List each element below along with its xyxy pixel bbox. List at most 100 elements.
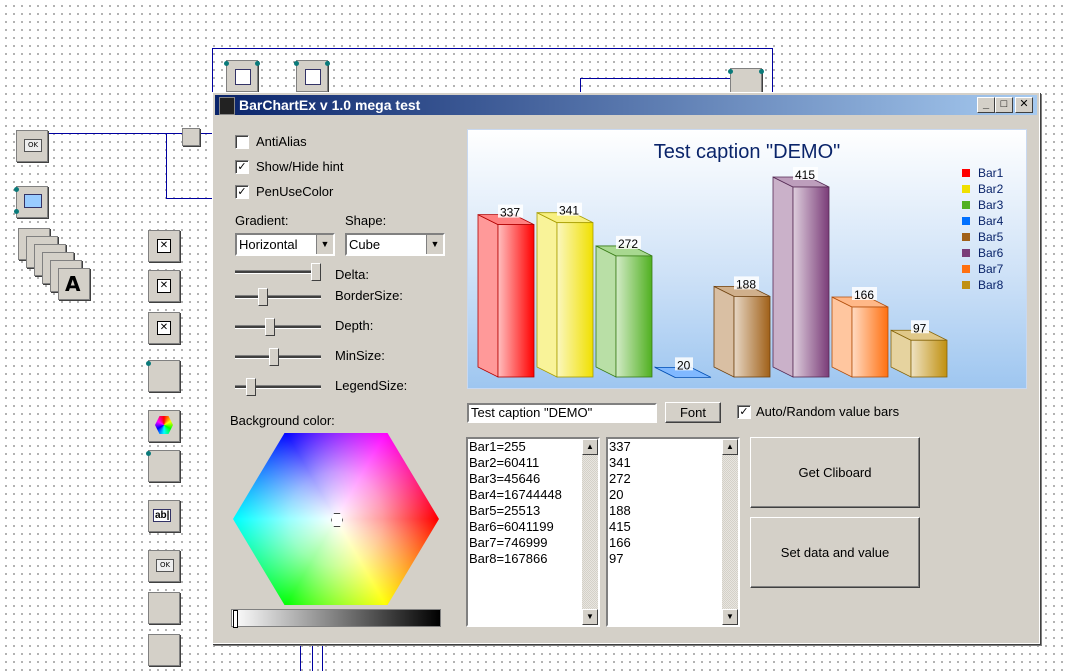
trackbar-component-icon[interactable] xyxy=(148,634,180,666)
legend-label: Bar6 xyxy=(978,246,1004,260)
names-memo[interactable]: Bar1=255 Bar2=60411 Bar3=45646 Bar4=1674444… xyxy=(466,437,600,627)
bar-chart: Test caption "DEMO" 337 341 272 20 188 415 166… xyxy=(467,129,1027,389)
memo-component-icon[interactable] xyxy=(224,60,260,92)
legend-label: Bar3 xyxy=(978,198,1004,212)
bar-8 xyxy=(890,329,948,378)
checkbox-component-icon[interactable]: ✕ xyxy=(148,270,180,302)
chevron-down-icon[interactable]: ▼ xyxy=(426,235,443,254)
wire xyxy=(212,48,772,49)
combobox-component-icon[interactable] xyxy=(146,360,180,392)
antialias-checkbox[interactable] xyxy=(235,135,249,149)
trackbar-component-icon[interactable] xyxy=(148,592,180,624)
ok-button-component-icon[interactable]: OK xyxy=(16,130,48,162)
legend-label: Bar5 xyxy=(978,230,1004,244)
vertical-scrollbar[interactable]: ▲ ▼ xyxy=(582,439,598,625)
bar-value-label: 341 xyxy=(559,204,579,218)
shape-select[interactable]: Cube ▼ xyxy=(345,233,445,256)
wire xyxy=(166,198,212,199)
pen-use-color-checkbox[interactable]: ✓ xyxy=(235,185,249,199)
gradient-select-value: Horizontal xyxy=(239,237,298,252)
grayscale-marker[interactable] xyxy=(233,610,238,628)
chevron-down-icon[interactable]: ▼ xyxy=(316,235,333,254)
shape-select-value: Cube xyxy=(349,237,381,252)
legend-label: Bar8 xyxy=(978,278,1004,292)
scroll-down-icon[interactable]: ▼ xyxy=(582,609,598,625)
names-memo-line: Bar4=16744448 xyxy=(469,487,562,502)
bar-value-label: 272 xyxy=(618,237,638,251)
gradient-label: Gradient: xyxy=(235,213,289,228)
bar-value-label: 20 xyxy=(677,358,691,372)
names-memo-line: Bar3=45646 xyxy=(469,471,541,486)
values-memo[interactable]: 337 341 272 20 188 415 166 97 ▲ ▼ xyxy=(606,437,740,627)
names-memo-line: Bar7=746999 xyxy=(469,535,548,550)
bar-2 xyxy=(536,212,594,378)
legend-label: Bar2 xyxy=(978,182,1004,196)
min-size-slider[interactable] xyxy=(235,346,321,368)
slider-thumb[interactable] xyxy=(246,378,256,396)
title-bar[interactable]: BarChartEx v 1.0 mega test _ □ ✕ xyxy=(215,95,1037,115)
depth-slider[interactable] xyxy=(235,316,321,338)
vertical-scrollbar[interactable]: ▲ ▼ xyxy=(722,439,738,625)
legend-label: Bar1 xyxy=(978,166,1004,180)
values-memo-lines: 337 341 272 20 188 415 166 97 xyxy=(608,439,738,567)
slider-thumb[interactable] xyxy=(258,288,268,306)
checkbox-component-icon[interactable]: ✕ xyxy=(148,312,180,344)
memo-component-icon[interactable] xyxy=(294,60,330,92)
close-button[interactable]: ✕ xyxy=(1015,97,1033,113)
values-memo-line: 20 xyxy=(609,487,624,502)
legend-size-slider[interactable] xyxy=(235,376,321,398)
wire xyxy=(580,78,740,79)
barchartex-window: BarChartEx v 1.0 mega test _ □ ✕ AntiAli… xyxy=(212,92,1040,644)
edit-component-icon[interactable]: ab| xyxy=(148,500,180,532)
auto-random-checkbox[interactable]: ✓ xyxy=(737,405,751,419)
names-memo-line: Bar1=255 xyxy=(469,439,526,454)
wire xyxy=(166,133,167,199)
show-hide-hint-label: Show/Hide hint xyxy=(256,159,344,174)
bar-3 xyxy=(595,245,653,378)
wire xyxy=(312,642,313,671)
gradient-select[interactable]: Horizontal ▼ xyxy=(235,233,335,256)
maximize-button[interactable]: □ xyxy=(995,97,1013,113)
get-clipboard-button[interactable]: Get Cliboard xyxy=(750,437,920,508)
label-component-icon[interactable]: A xyxy=(58,268,90,300)
bar-value-label: 166 xyxy=(854,288,874,302)
scroll-up-icon[interactable]: ▲ xyxy=(582,439,598,455)
checkbox-component-icon[interactable]: ✕ xyxy=(148,230,180,262)
bar-5 xyxy=(713,285,771,378)
bar-value-label: 188 xyxy=(736,277,756,291)
window-title: BarChartEx v 1.0 mega test xyxy=(239,97,421,113)
names-memo-line: Bar5=25513 xyxy=(469,503,541,518)
color-hexagon-picker[interactable] xyxy=(233,433,439,605)
font-button[interactable]: Font xyxy=(665,402,721,423)
legend-label: Bar7 xyxy=(978,262,1004,276)
slider-thumb[interactable] xyxy=(311,263,321,281)
values-memo-line: 97 xyxy=(609,551,624,566)
delta-slider[interactable] xyxy=(235,261,321,283)
show-hide-hint-checkbox[interactable]: ✓ xyxy=(235,160,249,174)
slider-thumb[interactable] xyxy=(265,318,275,336)
values-memo-line: 166 xyxy=(609,535,631,550)
scroll-down-icon[interactable]: ▼ xyxy=(722,609,738,625)
bar-7 xyxy=(831,296,889,378)
form-component-icon[interactable] xyxy=(14,186,48,218)
scroll-up-icon[interactable]: ▲ xyxy=(722,439,738,455)
combobox-component-icon[interactable] xyxy=(146,450,180,482)
wire xyxy=(322,642,323,671)
legend-swatch xyxy=(962,169,970,177)
names-memo-line: Bar6=6041199 xyxy=(469,519,554,534)
color-palette-component-icon[interactable] xyxy=(148,410,180,442)
minimize-button[interactable]: _ xyxy=(977,97,995,113)
slider-thumb[interactable] xyxy=(269,348,279,366)
caption-input[interactable]: Test caption "DEMO" xyxy=(467,403,657,423)
names-memo-line: Bar8=167866 xyxy=(469,551,548,566)
border-size-slider[interactable] xyxy=(235,286,321,308)
background-color-label: Background color: xyxy=(230,413,335,428)
link-component-icon[interactable] xyxy=(182,128,200,146)
app-icon xyxy=(219,97,235,115)
legend-swatch xyxy=(962,281,970,289)
bar-1 xyxy=(477,213,535,378)
set-data-button[interactable]: Set data and value xyxy=(750,517,920,588)
names-memo-line: Bar2=60411 xyxy=(469,455,540,470)
ok-button-component-icon[interactable]: OK xyxy=(148,550,180,582)
grayscale-picker[interactable] xyxy=(231,609,441,628)
